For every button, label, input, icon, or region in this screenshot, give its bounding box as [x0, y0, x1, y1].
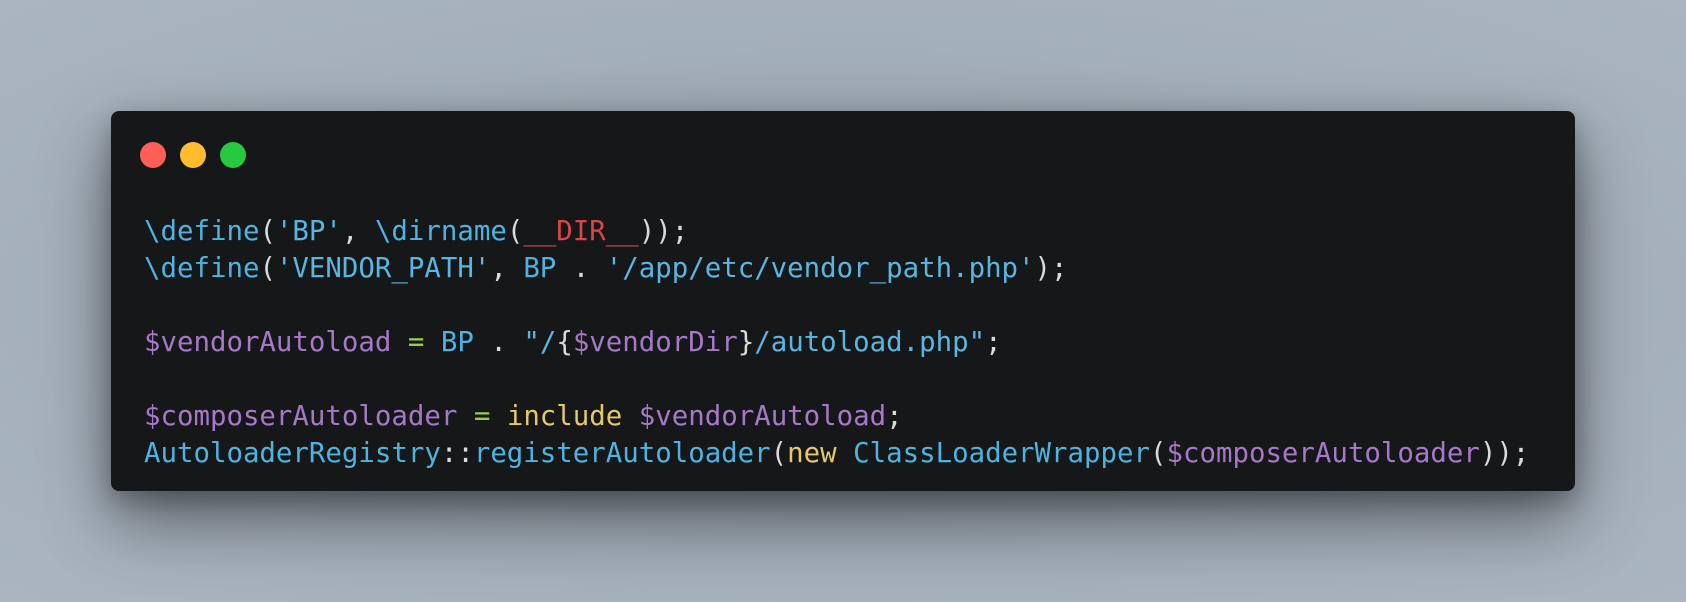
code-token: = — [473, 401, 491, 432]
code-token: ( — [506, 216, 524, 247]
code-token: )); — [1479, 438, 1530, 469]
code-token: /autoload.php" — [754, 327, 986, 358]
code-window: \define('BP', \dirname(__DIR__)); \define… — [111, 111, 1575, 491]
code-token: . — [473, 327, 524, 358]
code-token: ; — [985, 327, 1002, 358]
code-token: :: — [440, 438, 474, 469]
close-button[interactable] — [140, 142, 166, 168]
code-token: } — [737, 327, 755, 358]
code-token: BP — [523, 253, 557, 284]
maximize-button[interactable] — [220, 142, 246, 168]
window-controls — [140, 142, 246, 168]
code-token: AutoloaderRegistry — [144, 438, 441, 469]
code-token: { — [556, 327, 573, 358]
code-token: \dirname — [374, 216, 507, 247]
code-token: 'BP' — [275, 216, 342, 247]
code-token: $composerAutoloader — [1166, 438, 1480, 469]
code-token: ( — [259, 216, 276, 247]
code-token: $vendorAutoload — [144, 327, 392, 358]
code-token: )); — [638, 216, 689, 247]
code-token: $vendorAutoload — [638, 401, 887, 432]
code-token: __DIR__ — [523, 216, 639, 247]
code-token: 'VENDOR_PATH' — [275, 253, 491, 284]
code-token: ( — [1150, 438, 1167, 469]
code-token: , — [341, 216, 375, 247]
code-token: = — [407, 327, 425, 358]
code-token: BP — [440, 327, 474, 358]
code-token: $composerAutoloader — [144, 401, 458, 432]
code-line: $composerAutoloader = include $vendorAut… — [144, 398, 1529, 435]
code-token: ( — [259, 253, 276, 284]
code-token: registerAutoloader — [473, 438, 771, 469]
code-line: AutoloaderRegistry::registerAutoloader(n… — [144, 435, 1529, 472]
code-token: $vendorDir — [572, 327, 738, 358]
code-token: "/ — [523, 327, 557, 358]
code-line: \define('BP', \dirname(__DIR__)); — [144, 213, 1529, 250]
code-line: $vendorAutoload = BP . "/{$vendorDir}/au… — [144, 324, 1529, 361]
code-block: \define('BP', \dirname(__DIR__)); \define… — [144, 213, 1529, 472]
code-token: ClassLoaderWrapper — [853, 438, 1150, 469]
code-token: new — [787, 438, 837, 469]
code-token: \define — [144, 216, 260, 247]
code-token: ); — [1034, 253, 1068, 284]
code-token: \define — [144, 253, 260, 284]
code-token: '/app/etc/vendor_path.php' — [605, 253, 1035, 284]
code-token: ; — [886, 401, 903, 432]
code-token: ( — [770, 438, 788, 469]
code-token: include — [506, 401, 623, 432]
code-line: \define('VENDOR_PATH', BP . '/app/etc/ve… — [144, 250, 1529, 287]
minimize-button[interactable] — [180, 142, 206, 168]
code-token: , — [490, 253, 524, 284]
code-token: . — [556, 253, 606, 284]
